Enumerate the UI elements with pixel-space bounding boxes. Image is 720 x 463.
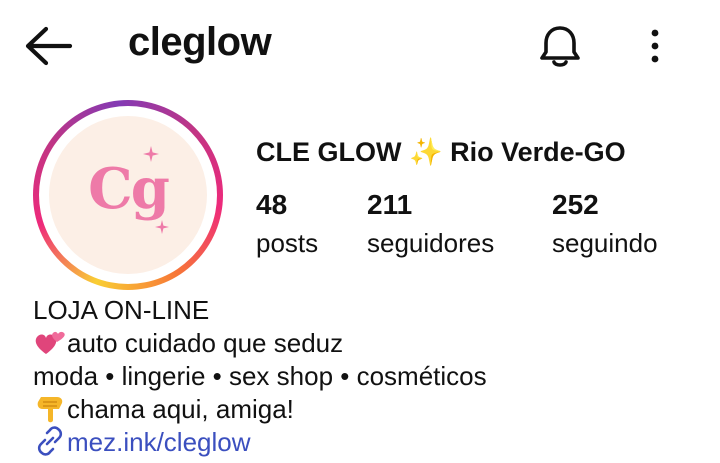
bell-icon: [540, 26, 580, 67]
avatar-logo-text: Cg: [88, 156, 170, 222]
followers-stat[interactable]: 211 seguidores: [367, 188, 494, 260]
pointing-down-hand-icon: [37, 397, 63, 423]
bio-text: auto cuidado que seduz: [67, 328, 344, 358]
top-bar: cleglow: [0, 0, 720, 92]
avatar: Cg: [49, 116, 207, 274]
bio-link-text: mez.ink/cleglow: [67, 427, 251, 457]
chain-link-icon: [37, 426, 63, 456]
bio-text: chama aqui, amiga!: [67, 394, 294, 424]
profile-bio: LOJA ON-LINE auto cuidado que seduz moda…: [33, 294, 713, 459]
sparkle-icon: [155, 220, 169, 234]
display-name: CLE GLOW ✨ Rio Verde-GO: [256, 137, 626, 167]
bio-link[interactable]: mez.ink/cleglow: [33, 426, 713, 459]
following-label: seguindo: [552, 228, 658, 258]
two-hearts-icon: [35, 331, 65, 354]
more-options-button[interactable]: [640, 24, 670, 68]
bio-line: chama aqui, amiga!: [33, 393, 713, 426]
bio-line: moda • lingerie • sex shop • cosméticos: [33, 361, 487, 391]
followers-count: 211: [367, 189, 413, 220]
vertical-dots-icon: [651, 29, 659, 63]
back-button[interactable]: [22, 24, 74, 68]
bio-line: LOJA ON-LINE: [33, 295, 210, 325]
following-count: 252: [552, 189, 599, 220]
following-stat[interactable]: 252 seguindo: [552, 188, 658, 260]
bio-line: auto cuidado que seduz: [33, 327, 713, 360]
profile-avatar-story-ring[interactable]: Cg: [33, 100, 223, 290]
posts-stat[interactable]: 48 posts: [256, 188, 318, 260]
posts-label: posts: [256, 228, 319, 258]
notifications-button[interactable]: [536, 22, 584, 70]
arrow-left-icon: [25, 26, 73, 66]
followers-label: seguidores: [367, 228, 495, 258]
profile-username: cleglow: [128, 20, 272, 64]
posts-count: 48: [256, 189, 288, 220]
